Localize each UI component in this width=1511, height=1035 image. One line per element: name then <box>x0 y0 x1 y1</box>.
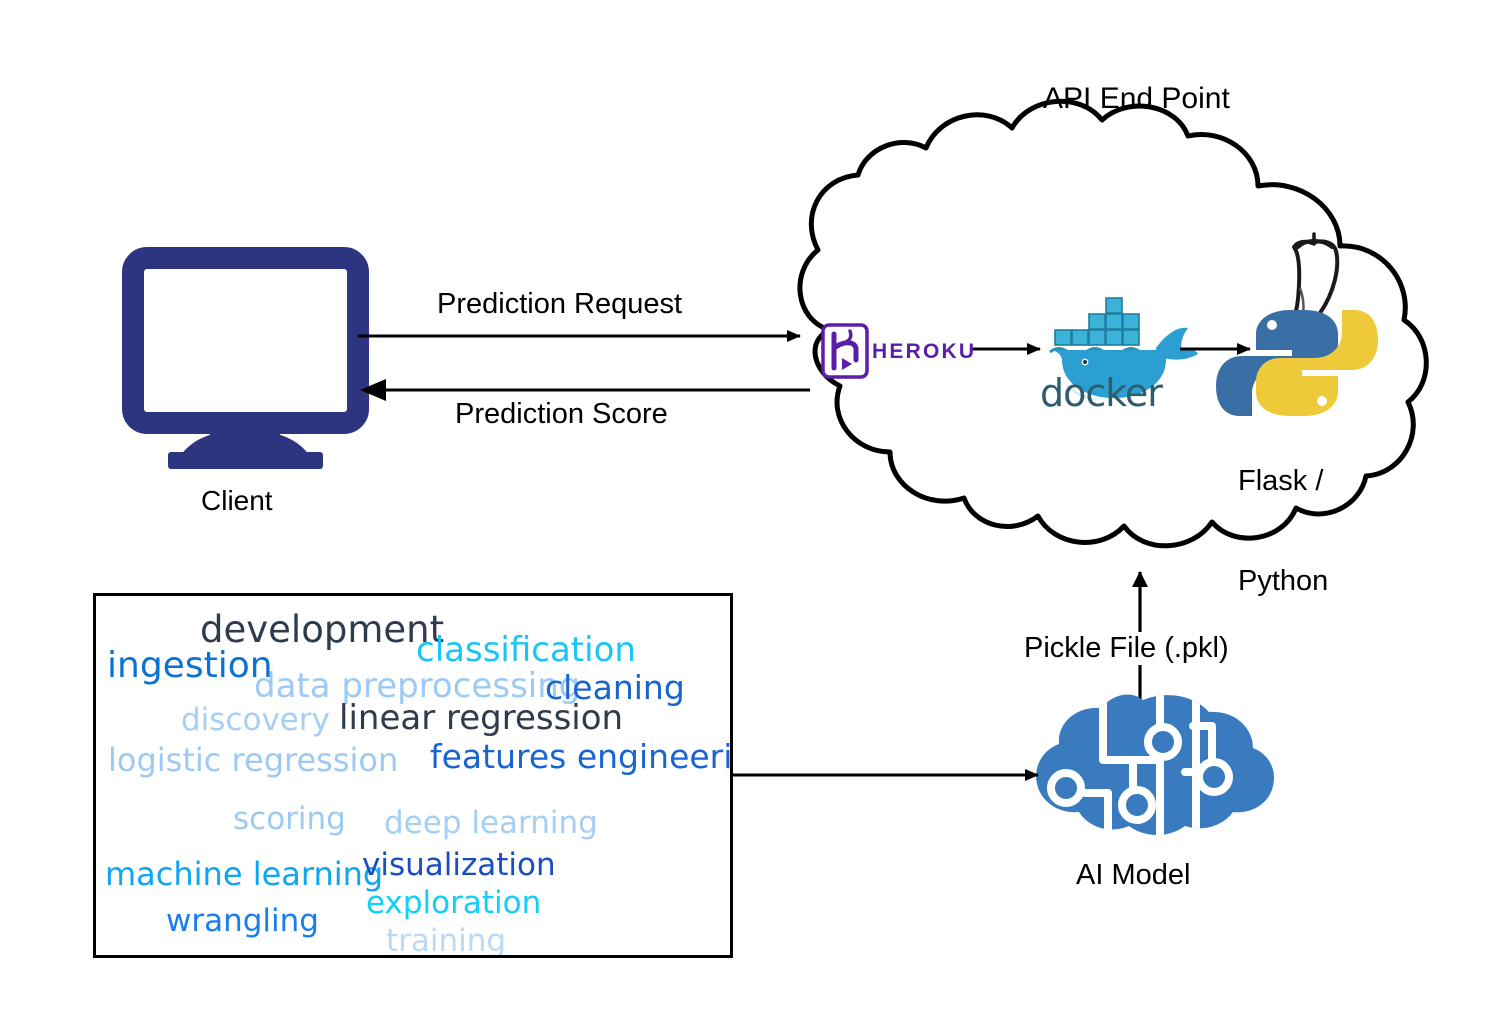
flask-python-line2: Python <box>1238 564 1329 597</box>
wordcloud-word: wrangling <box>166 903 319 939</box>
wordcloud-word: ingestion <box>107 645 273 686</box>
wordcloud-word: machine learning <box>105 855 384 893</box>
page-title: API End Point <box>1043 82 1230 115</box>
flask-python-line1: Flask / <box>1238 464 1324 497</box>
wordcloud-word: logistic regression <box>108 741 399 779</box>
wordcloud-word: exploration <box>366 885 542 921</box>
wordcloud-word: visualization <box>362 847 556 883</box>
heroku-wordmark: HEROKU <box>872 340 977 363</box>
prediction-score-label: Prediction Score <box>455 398 668 430</box>
wordcloud-word: features engineering <box>430 737 733 776</box>
diagram-canvas: API End Point Prediction Request Predict… <box>0 0 1511 1035</box>
wordcloud-panel: development classification ingestion data p… <box>93 593 733 958</box>
monitor-icon <box>122 247 369 469</box>
wordcloud-word: development <box>200 608 445 651</box>
heroku-logo-icon <box>821 323 869 379</box>
pickle-file-label: Pickle File (.pkl) <box>1022 632 1231 666</box>
wordcloud-word: linear regression <box>339 698 624 738</box>
prediction-request-label: Prediction Request <box>437 288 683 320</box>
wordcloud-word: scoring <box>233 801 346 837</box>
wordcloud-word: classification <box>416 630 636 670</box>
client-node-label: Client <box>201 485 273 516</box>
flask-python-node-label: Flask / Python <box>1238 398 1328 665</box>
docker-wordmark: docker <box>1040 371 1163 415</box>
ai-model-node-label: AI Model <box>1076 859 1191 891</box>
wordcloud-word: deep learning <box>384 805 598 841</box>
wordcloud-word: training <box>386 923 507 958</box>
wordcloud-word: discovery <box>181 702 330 738</box>
ai-brain-icon <box>1036 694 1275 835</box>
